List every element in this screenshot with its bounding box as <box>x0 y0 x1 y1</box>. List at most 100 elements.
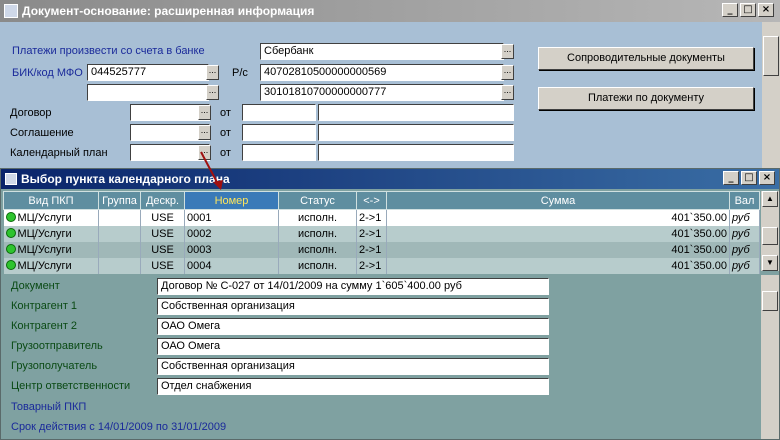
dialog-close-button[interactable]: × <box>759 171 775 185</box>
bik-field[interactable]: 044525777 <box>87 64 209 81</box>
bank-picker-button[interactable]: ... <box>501 44 514 59</box>
detail-field-document[interactable]: Договор № С-027 от 14/01/2009 на сумму 1… <box>157 278 549 295</box>
col-header-group[interactable]: Группа <box>98 191 141 210</box>
cell-group <box>98 209 141 226</box>
col-header-number[interactable]: Номер <box>184 191 279 210</box>
contract-label: Договор <box>10 107 52 119</box>
cell-number: 0003 <box>184 241 279 258</box>
table-row[interactable]: МЦ/Услуги USE 0003 исполн. 2->1 401`350.… <box>3 241 760 258</box>
agreement-date-field[interactable] <box>242 124 316 141</box>
cell-number: 0004 <box>184 257 279 274</box>
detail-field-counterparty1[interactable]: Собственная организация <box>157 298 549 315</box>
agreement-picker-button[interactable]: ... <box>198 125 211 140</box>
grid-scroll-thumb[interactable] <box>762 227 778 245</box>
dialog-title-bar: Выбор пункта календарного плана <box>1 169 779 189</box>
cell-kind: МЦ/Услуги <box>3 241 99 258</box>
cell-currency: руб <box>729 241 760 258</box>
cell-currency: руб <box>729 209 760 226</box>
red-arrow-annotation <box>200 151 223 190</box>
dialog-maximize-button[interactable]: □ <box>741 171 757 185</box>
payments-button[interactable]: Платежи по документу <box>538 87 754 110</box>
rs-label: Р/с <box>232 67 248 79</box>
contract-desc-field[interactable] <box>318 104 514 121</box>
grid-vscroll[interactable]: ▲ ▼ <box>761 191 779 271</box>
main-vscroll[interactable] <box>762 22 780 168</box>
cell-status: исполн. <box>278 241 357 258</box>
calendar-plan-table: Вид ПКП Группа Дескр. Номер Статус <-> С… <box>3 191 760 274</box>
cell-number: 0001 <box>184 209 279 226</box>
col-header-sum[interactable]: Сумма <box>386 191 730 210</box>
detail-field-shipper[interactable]: ОАО Омега <box>157 338 549 355</box>
cell-sum: 401`350.00 <box>386 257 730 274</box>
agreement-desc-field[interactable] <box>318 124 514 141</box>
dialog-window-icon <box>5 173 17 185</box>
cell-direction: 2->1 <box>356 257 387 274</box>
table-header: Вид ПКП Группа Дескр. Номер Статус <-> С… <box>3 191 760 210</box>
close-button[interactable]: × <box>758 3 774 17</box>
rs-field[interactable]: 40702810500000000569 <box>260 64 504 81</box>
window-icon <box>4 4 18 18</box>
grid-scroll-down-button[interactable]: ▼ <box>762 255 778 271</box>
detail-label-counterparty1: Контрагент 1 <box>11 300 78 312</box>
cell-direction: 2->1 <box>356 225 387 242</box>
col-header-kind[interactable]: Вид ПКП <box>3 191 99 210</box>
cell-kind: МЦ/Услуги <box>3 257 99 274</box>
detail-label-document: Документ <box>11 280 60 292</box>
detail-field-consignee[interactable]: Собственная организация <box>157 358 549 375</box>
cell-descr: USE <box>140 241 185 258</box>
bik-picker-button[interactable]: ... <box>206 65 219 80</box>
cell-direction: 2->1 <box>356 241 387 258</box>
goods-label: Товарный ПКП <box>11 401 87 413</box>
cell-currency: руб <box>729 257 760 274</box>
accompanying-docs-button[interactable]: Сопроводительные документы <box>538 47 754 70</box>
contract-date-field[interactable] <box>242 104 316 121</box>
table-row[interactable]: МЦ/Услуги USE 0001 исполн. 2->1 401`350.… <box>3 209 760 226</box>
period-label: Срок действия с 14/01/2009 по 31/01/2009 <box>11 421 227 433</box>
cell-status: исполн. <box>278 257 357 274</box>
extra-bank-field[interactable] <box>87 84 209 101</box>
cell-descr: USE <box>140 225 185 242</box>
cell-kind: МЦ/Услуги <box>3 209 99 226</box>
bank-label: Платежи произвести со счета в банке <box>12 45 205 57</box>
table-row[interactable]: МЦ/Услуги USE 0002 исполн. 2->1 401`350.… <box>3 225 760 242</box>
ks-picker-button[interactable]: ... <box>501 85 514 100</box>
calendar-dialog: Выбор пункта календарного плана _ □ × Ви… <box>0 168 780 440</box>
col-header-direction[interactable]: <-> <box>356 191 387 210</box>
rs-picker-button[interactable]: ... <box>501 65 514 80</box>
contract-from-label: от <box>220 107 231 119</box>
cell-descr: USE <box>140 209 185 226</box>
details-vscroll[interactable] <box>761 275 779 439</box>
bik-label: БИК/код МФО <box>12 67 83 79</box>
status-dot-icon <box>5 211 16 222</box>
calendar-date-field[interactable] <box>242 144 316 161</box>
table-row[interactable]: МЦ/Услуги USE 0004 исполн. 2->1 401`350.… <box>3 257 760 274</box>
agreement-label: Соглашение <box>10 127 74 139</box>
detail-label-counterparty2: Контрагент 2 <box>11 320 78 332</box>
main-window-title: Документ-основание: расширенная информац… <box>22 4 315 18</box>
ks-field[interactable]: 30101810700000000777 <box>260 84 504 101</box>
col-header-currency[interactable]: Вал <box>729 191 760 210</box>
maximize-button[interactable]: □ <box>740 3 756 17</box>
agreement-from-label: от <box>220 127 231 139</box>
col-header-status[interactable]: Статус <box>278 191 357 210</box>
main-scroll-thumb[interactable] <box>763 36 779 76</box>
calendar-desc-field[interactable] <box>318 144 514 161</box>
main-title-bar: Документ-основание: расширенная информац… <box>0 0 780 22</box>
details-scroll-thumb[interactable] <box>762 291 778 311</box>
dialog-minimize-button[interactable]: _ <box>723 171 739 185</box>
cell-status: исполн. <box>278 209 357 226</box>
detail-label-responsibility-center: Центр ответственности <box>11 380 131 392</box>
cell-direction: 2->1 <box>356 209 387 226</box>
detail-field-counterparty2[interactable]: ОАО Омега <box>157 318 549 335</box>
bank-field[interactable]: Сбербанк <box>260 43 504 60</box>
minimize-button[interactable]: _ <box>722 3 738 17</box>
col-header-descr[interactable]: Дескр. <box>140 191 185 210</box>
detail-label-consignee: Грузополучатель <box>11 360 98 372</box>
cell-kind: МЦ/Услуги <box>3 225 99 242</box>
cell-sum: 401`350.00 <box>386 209 730 226</box>
extra-bank-picker-button[interactable]: ... <box>206 85 219 100</box>
grid-scroll-up-button[interactable]: ▲ <box>762 191 778 207</box>
cell-sum: 401`350.00 <box>386 225 730 242</box>
contract-picker-button[interactable]: ... <box>198 105 211 120</box>
detail-field-responsibility-center[interactable]: Отдел снабжения <box>157 378 549 395</box>
